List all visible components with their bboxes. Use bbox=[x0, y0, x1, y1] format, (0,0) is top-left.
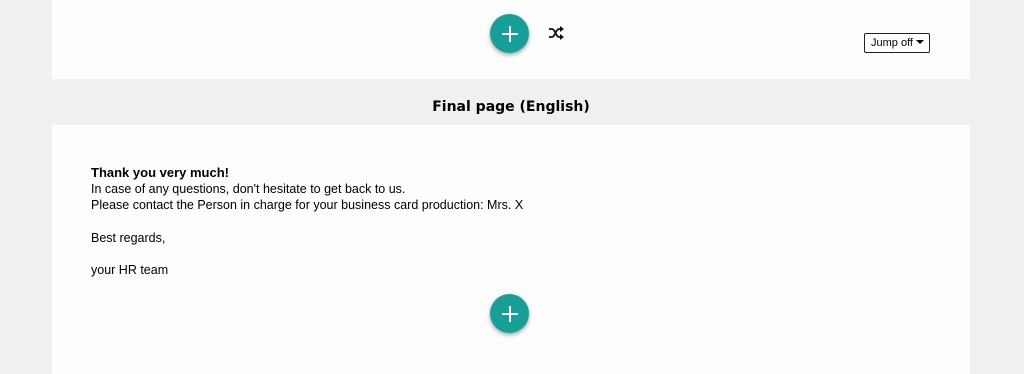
final-page-line-4: your HR team bbox=[91, 263, 169, 277]
shuffle-icon[interactable] bbox=[548, 26, 564, 40]
jump-off-label: Jump off bbox=[871, 37, 913, 49]
add-item-button-top[interactable] bbox=[490, 14, 529, 53]
caret-down-icon bbox=[916, 40, 924, 45]
final-page-line-2: Please contact the Person in charge for … bbox=[91, 198, 524, 212]
section-title: Final page (English) bbox=[432, 99, 590, 115]
final-page-text: Thank you very much! In case of any ques… bbox=[91, 165, 523, 278]
plus-icon bbox=[501, 25, 518, 42]
final-page-heading: Thank you very much! bbox=[91, 165, 229, 180]
final-page-line-1: In case of any questions, don't hesitate… bbox=[91, 182, 406, 196]
final-page-line-3: Best regards, bbox=[91, 231, 166, 245]
jump-off-dropdown[interactable]: Jump off bbox=[864, 33, 930, 53]
plus-icon bbox=[501, 305, 518, 322]
add-item-button-bottom[interactable] bbox=[490, 294, 529, 333]
